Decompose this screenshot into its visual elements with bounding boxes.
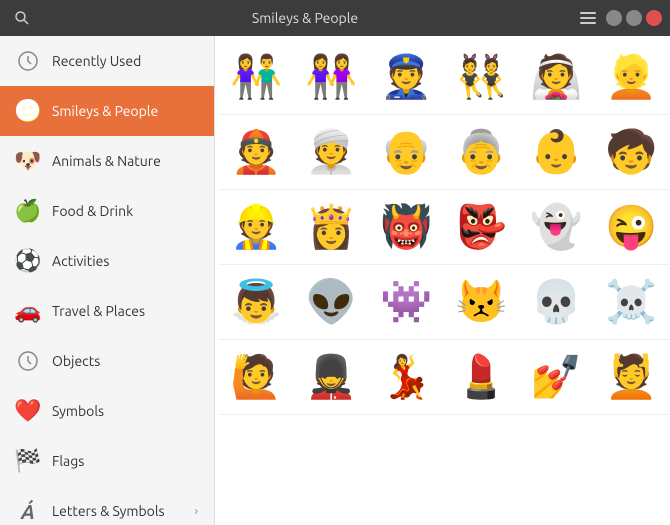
search-button[interactable] [8, 4, 36, 32]
emoji-cell[interactable]: 🙋 [219, 340, 294, 415]
sidebar-item-flags[interactable]: 🏁 Flags [0, 436, 214, 486]
smileys-people-label: Smileys & People [52, 103, 158, 119]
emoji-cell[interactable]: 💄 [444, 340, 519, 415]
emoji-cell[interactable]: 👽 [294, 265, 369, 340]
emoji-cell[interactable]: 👭 [294, 40, 369, 115]
symbols-label: Symbols [52, 403, 104, 419]
sidebar-item-recently-used[interactable]: Recently Used [0, 36, 214, 86]
smileys-people-icon: 🙂 [16, 99, 40, 123]
objects-icon [16, 349, 40, 373]
emoji-cell[interactable]: 👫 [219, 40, 294, 115]
emoji-cell[interactable]: 👾 [369, 265, 444, 340]
emoji-cell[interactable]: 💀 [519, 265, 594, 340]
sidebar-item-animals-nature[interactable]: 🐶 Animals & Nature [0, 136, 214, 186]
menu-button[interactable] [574, 4, 602, 32]
food-drink-label: Food & Drink [52, 203, 133, 219]
emoji-cell[interactable]: 💂 [294, 340, 369, 415]
titlebar-left [8, 4, 36, 32]
sidebar: Recently Used 🙂 Smileys & People 🐶 Anima… [0, 36, 215, 525]
emoji-cell[interactable]: 👮 [369, 40, 444, 115]
emoji-cell[interactable]: ☠️ [594, 265, 669, 340]
emoji-cell[interactable]: 😜 [594, 190, 669, 265]
emoji-cell[interactable]: 👶 [519, 115, 594, 190]
recently-used-icon [16, 49, 40, 73]
emoji-cell[interactable]: 👳 [294, 115, 369, 190]
emoji-cell[interactable]: 👵 [444, 115, 519, 190]
food-drink-icon: 🍏 [16, 199, 40, 223]
sidebar-item-letters-symbols[interactable]: Á Letters & Symbols › [0, 486, 214, 525]
activities-label: Activities [52, 253, 109, 269]
emoji-cell[interactable]: 🧒 [594, 115, 669, 190]
emoji-cell[interactable]: 👱 [594, 40, 669, 115]
emoji-cell[interactable]: 👸 [294, 190, 369, 265]
travel-places-icon: 🚗 [16, 299, 40, 323]
window-title: Smileys & People [36, 10, 574, 26]
animals-nature-label: Animals & Nature [52, 153, 161, 169]
emoji-grid: 👫 👭 👮 👯 👰 👱 👲 👳 👴 👵 👶 🧒 👷 👸 👹 👺 👻 [219, 40, 666, 415]
titlebar: Smileys & People [0, 0, 670, 36]
travel-places-label: Travel & Places [52, 303, 145, 319]
emoji-cell[interactable]: 👺 [444, 190, 519, 265]
emoji-cell[interactable]: 👴 [369, 115, 444, 190]
emoji-cell[interactable]: 👯 [444, 40, 519, 115]
sidebar-item-activities[interactable]: ⚽ Activities [0, 236, 214, 286]
main-content: Recently Used 🙂 Smileys & People 🐶 Anima… [0, 36, 670, 525]
emoji-cell[interactable]: 👹 [369, 190, 444, 265]
maximize-button[interactable] [626, 10, 642, 26]
sidebar-item-smileys-people[interactable]: 🙂 Smileys & People [0, 86, 214, 136]
emoji-cell[interactable]: 👼 [219, 265, 294, 340]
recently-used-label: Recently Used [52, 53, 141, 69]
minimize-button[interactable] [606, 10, 622, 26]
activities-icon: ⚽ [16, 249, 40, 273]
emoji-cell[interactable]: 💆 [594, 340, 669, 415]
sidebar-item-food-drink[interactable]: 🍏 Food & Drink [0, 186, 214, 236]
emoji-cell[interactable]: 😾 [444, 265, 519, 340]
chevron-right-icon: › [195, 505, 198, 518]
animals-nature-icon: 🐶 [16, 149, 40, 173]
symbols-icon: ❤️ [16, 399, 40, 423]
letters-left: Á Letters & Symbols [16, 499, 165, 523]
emoji-cell[interactable]: 💅 [519, 340, 594, 415]
emoji-area: 👫 👭 👮 👯 👰 👱 👲 👳 👴 👵 👶 🧒 👷 👸 👹 👺 👻 [215, 36, 670, 525]
flags-label: Flags [52, 453, 84, 469]
sidebar-item-travel-places[interactable]: 🚗 Travel & Places [0, 286, 214, 336]
window-controls [574, 4, 662, 32]
emoji-cell[interactable]: 👻 [519, 190, 594, 265]
objects-label: Objects [52, 353, 100, 369]
emoji-cell[interactable]: 👲 [219, 115, 294, 190]
emoji-cell[interactable]: 💃 [369, 340, 444, 415]
letters-symbols-icon: Á [16, 499, 40, 523]
sidebar-item-objects[interactable]: Objects [0, 336, 214, 386]
close-button[interactable] [646, 10, 662, 26]
letters-symbols-label: Letters & Symbols [52, 503, 165, 519]
app-window: Smileys & People [0, 0, 670, 525]
sidebar-item-symbols[interactable]: ❤️ Symbols [0, 386, 214, 436]
emoji-cell[interactable]: 👷 [219, 190, 294, 265]
emoji-cell[interactable]: 👰 [519, 40, 594, 115]
flags-icon: 🏁 [16, 449, 40, 473]
